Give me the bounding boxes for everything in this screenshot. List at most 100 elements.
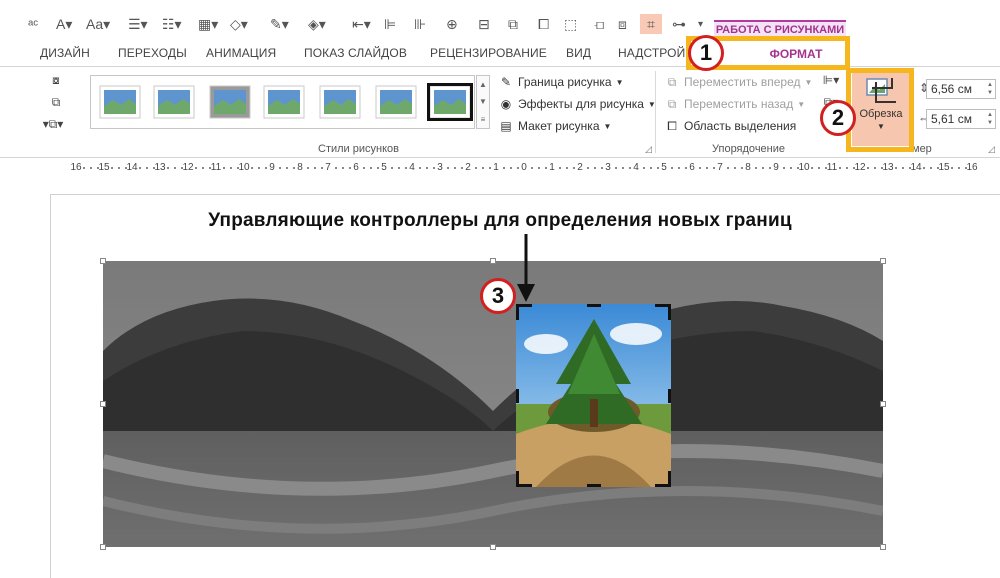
ruler-tick-label: 13 <box>882 162 894 173</box>
font-color-icon[interactable]: A▾ <box>56 14 72 34</box>
resize-handle[interactable] <box>490 258 496 264</box>
ruler-tick-mark <box>251 167 253 169</box>
picture-border-label: Граница рисунка <box>518 75 612 89</box>
resize-handle[interactable] <box>880 544 886 550</box>
crop-edge-handle[interactable] <box>587 484 601 487</box>
dialog-launcher-icon[interactable]: ◿ <box>645 144 652 155</box>
height-spinner-icon[interactable]: ▲ ▼ <box>987 81 993 97</box>
gallery-scroll[interactable]: ▲ ▼ ≡ <box>476 75 490 129</box>
pin-icon[interactable]: ⊶ <box>672 14 686 34</box>
reset-picture-icon[interactable]: ▾⧉▾ <box>38 117 68 131</box>
customize-qat-icon[interactable]: ▾ <box>698 14 703 34</box>
tab-view[interactable]: ВИД <box>566 46 591 60</box>
ruler-tick-mark <box>650 167 652 169</box>
ruler-tick-label: 9 <box>773 162 779 173</box>
resize-handle[interactable] <box>100 544 106 550</box>
tab-addins[interactable]: НАДСТРОЙ <box>618 46 685 60</box>
style-thumb-4[interactable] <box>263 85 305 119</box>
ruler-tick-label: 3 <box>437 162 443 173</box>
crop-edge-handle[interactable] <box>587 304 601 307</box>
scroll-up-icon[interactable]: ▲ <box>479 80 487 89</box>
compress-icon[interactable]: ⧇ <box>48 73 64 87</box>
scroll-down-icon[interactable]: ▼ <box>479 97 487 106</box>
crop-corner-handle[interactable] <box>516 304 532 320</box>
pen-border-icon: ✎ <box>500 75 512 89</box>
style-preview-image <box>263 85 305 119</box>
selection-pane-label: Область выделения <box>684 119 797 133</box>
rotate-icon[interactable]: ⧈ <box>618 14 627 34</box>
style-thumb-2[interactable] <box>153 85 195 119</box>
size-dialog-launcher-icon[interactable]: ◿ <box>988 144 995 155</box>
tab-design[interactable]: ДИЗАЙН <box>40 46 90 60</box>
ruler-tick-mark <box>566 167 568 169</box>
ruler-tick-mark <box>258 167 260 169</box>
crop-corner-handle[interactable] <box>655 471 671 487</box>
resize-handle[interactable] <box>880 401 886 407</box>
change-picture-icon[interactable]: ⧉ <box>48 95 64 109</box>
picture-border-button[interactable]: ✎ Граница рисунка ▼ <box>498 75 624 89</box>
style-thumb-3[interactable] <box>209 85 251 119</box>
select-icon[interactable]: ⬚ <box>564 14 577 34</box>
spellcheck-icon[interactable]: ᵃᶜ <box>28 14 38 34</box>
align-icon[interactable]: ⇤▾ <box>352 14 371 34</box>
send-backward-button[interactable]: ⧉ Переместить назад ▼ <box>664 97 805 112</box>
selection-pane-button[interactable]: ⧠ Область выделения <box>664 119 797 134</box>
bring-forward-button[interactable]: ⧉ Переместить вперед ▼ <box>664 75 813 90</box>
ruler-tick-mark <box>279 167 281 169</box>
tab-transitions[interactable]: ПЕРЕХОДЫ <box>118 46 187 60</box>
fill-color-icon[interactable]: ◈▾ <box>308 14 326 34</box>
resize-handle[interactable] <box>100 258 106 264</box>
annotation-badge-1: 1 <box>688 35 724 71</box>
ruler-tick-label: 4 <box>633 162 639 173</box>
tab-slideshow[interactable]: ПОКАЗ СЛАЙДОВ <box>304 46 407 60</box>
resize-handle[interactable] <box>100 401 106 407</box>
height-field[interactable]: 6,56 см ▲ ▼ <box>926 79 996 99</box>
regroup-icon[interactable]: ⟤ <box>594 14 604 34</box>
numbering-icon[interactable]: ☷▾ <box>162 14 182 34</box>
style-thumb-5[interactable] <box>319 85 361 119</box>
tab-animation[interactable]: АНИМАЦИЯ <box>206 46 276 60</box>
bring-forward-label: Переместить вперед <box>684 75 801 89</box>
gallery-more-icon[interactable]: ≡ <box>481 115 486 124</box>
change-case-icon[interactable]: Aa▾ <box>86 14 110 34</box>
style-thumb-7[interactable] <box>427 83 473 121</box>
ungroup-icon[interactable]: ⧠ <box>538 14 549 34</box>
style-thumb-6[interactable] <box>375 85 417 119</box>
style-preview-image <box>153 85 195 119</box>
table-icon[interactable]: ▦▾ <box>198 14 218 34</box>
picture-effects-button[interactable]: ◉ Эффекты для рисунка ▼ <box>498 97 656 111</box>
crop-corner-handle[interactable] <box>655 304 671 320</box>
ribbon-tabs: ДИЗАЙН ПЕРЕХОДЫ АНИМАЦИЯ ПОКАЗ СЛАЙДОВ Р… <box>0 40 1000 66</box>
group-icon[interactable]: ⧉ <box>508 14 518 34</box>
ruler-tick-label: 5 <box>381 162 387 173</box>
tab-review[interactable]: РЕЦЕНЗИРОВАНИЕ <box>430 46 547 60</box>
bullets-icon[interactable]: ☰▾ <box>128 14 148 34</box>
ruler-tick-label: 14 <box>910 162 922 173</box>
crop-qat-icon[interactable]: ⌗ <box>640 14 662 34</box>
picture-layout-button[interactable]: ▤ Макет рисунка ▼ <box>498 119 611 133</box>
ruler-tick-label: 15 <box>98 162 110 173</box>
style-thumb-1[interactable] <box>99 85 141 119</box>
align-middle-icon[interactable]: ⊟ <box>478 14 490 34</box>
style-preview-image <box>429 85 471 119</box>
width-spinner-icon[interactable]: ▲ ▼ <box>987 111 993 127</box>
align-left-icon[interactable]: ⊫ <box>384 14 396 34</box>
crop-corner-handle[interactable] <box>516 471 532 487</box>
shapes-icon[interactable]: ◇▾ <box>230 14 248 34</box>
highlight-crop-button <box>846 68 914 152</box>
arrange-group-label: Упорядочение <box>712 143 785 155</box>
crop-edge-handle[interactable] <box>668 389 671 403</box>
ruler-tick-mark <box>685 167 687 169</box>
width-field[interactable]: 5,61 см ▲ ▼ <box>926 109 996 129</box>
align-center-icon[interactable]: ⊕ <box>446 14 458 34</box>
crop-region-picture[interactable] <box>516 304 671 487</box>
pen-color-icon[interactable]: ✎▾ <box>270 14 289 34</box>
resize-handle[interactable] <box>880 258 886 264</box>
distribute-icon[interactable]: ⊪ <box>414 14 426 34</box>
ruler-tick-mark <box>923 167 925 169</box>
crop-edge-handle[interactable] <box>516 389 519 403</box>
horizontal-ruler[interactable]: 16 15 14 13 12 11 10 9 8 7 6 5 4 3 2 1 0 1 2 3 4 5 6 7 8 9 10 11 12 1… <box>50 160 1000 177</box>
ruler-tick-label: 14 <box>126 162 138 173</box>
align-objects-icon[interactable]: ⊫▾ <box>820 73 842 87</box>
resize-handle[interactable] <box>490 544 496 550</box>
